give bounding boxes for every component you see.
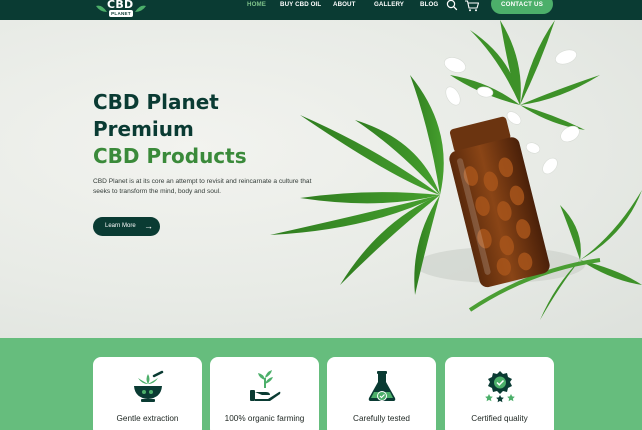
hero-section: CBD Planet Premium CBD Products CBD Plan… [0, 20, 642, 338]
feature-label: Carefully tested [353, 414, 410, 423]
learn-more-label: Learn More [105, 223, 136, 229]
learn-more-button[interactable]: Learn More → [93, 217, 160, 236]
cart-icon[interactable] [464, 0, 480, 12]
contact-us-button[interactable]: CONTACT US [491, 0, 553, 14]
nav-gallery[interactable]: GALLERY [374, 0, 404, 12]
logo-subtext: PLANET [109, 10, 133, 17]
hero-title-line2: Premium [93, 117, 194, 141]
flask-check-icon [368, 371, 396, 401]
mortar-pestle-icon [134, 370, 164, 402]
feature-card-gentle-extraction: Gentle extraction [93, 357, 202, 430]
feature-card-carefully-tested: Carefully tested [327, 357, 436, 430]
nav-about[interactable]: ABOUT [333, 0, 356, 12]
nav-buy-cbd-oil[interactable]: BUY CBD OIL [280, 0, 321, 12]
hand-plant-icon [250, 370, 281, 401]
nav-home[interactable]: HOME [247, 0, 266, 12]
hero-title-line1: CBD Planet [93, 90, 219, 114]
feature-label: 100% organic farming [224, 414, 305, 423]
feature-label: Certified quality [471, 414, 528, 423]
top-navbar: CBD PLANET HOME BUY CBD OIL ABOUT GALLER… [0, 0, 642, 20]
hero-title-line3: CBD Products [93, 144, 247, 168]
nav-blog[interactable]: BLOG [420, 0, 438, 12]
award-badge-icon [485, 371, 515, 403]
logo[interactable]: CBD PLANET [94, 0, 148, 20]
hero-description: CBD Planet is at its core an attempt to … [93, 178, 312, 195]
features-band: Gentle extraction 100% organic farming C… [0, 338, 642, 430]
arrow-right-icon: → [144, 221, 153, 231]
search-icon[interactable] [446, 0, 458, 12]
feature-card-certified-quality: Certified quality [445, 357, 554, 430]
feature-card-organic-farming: 100% organic farming [210, 357, 319, 430]
feature-label: Gentle extraction [116, 414, 179, 423]
